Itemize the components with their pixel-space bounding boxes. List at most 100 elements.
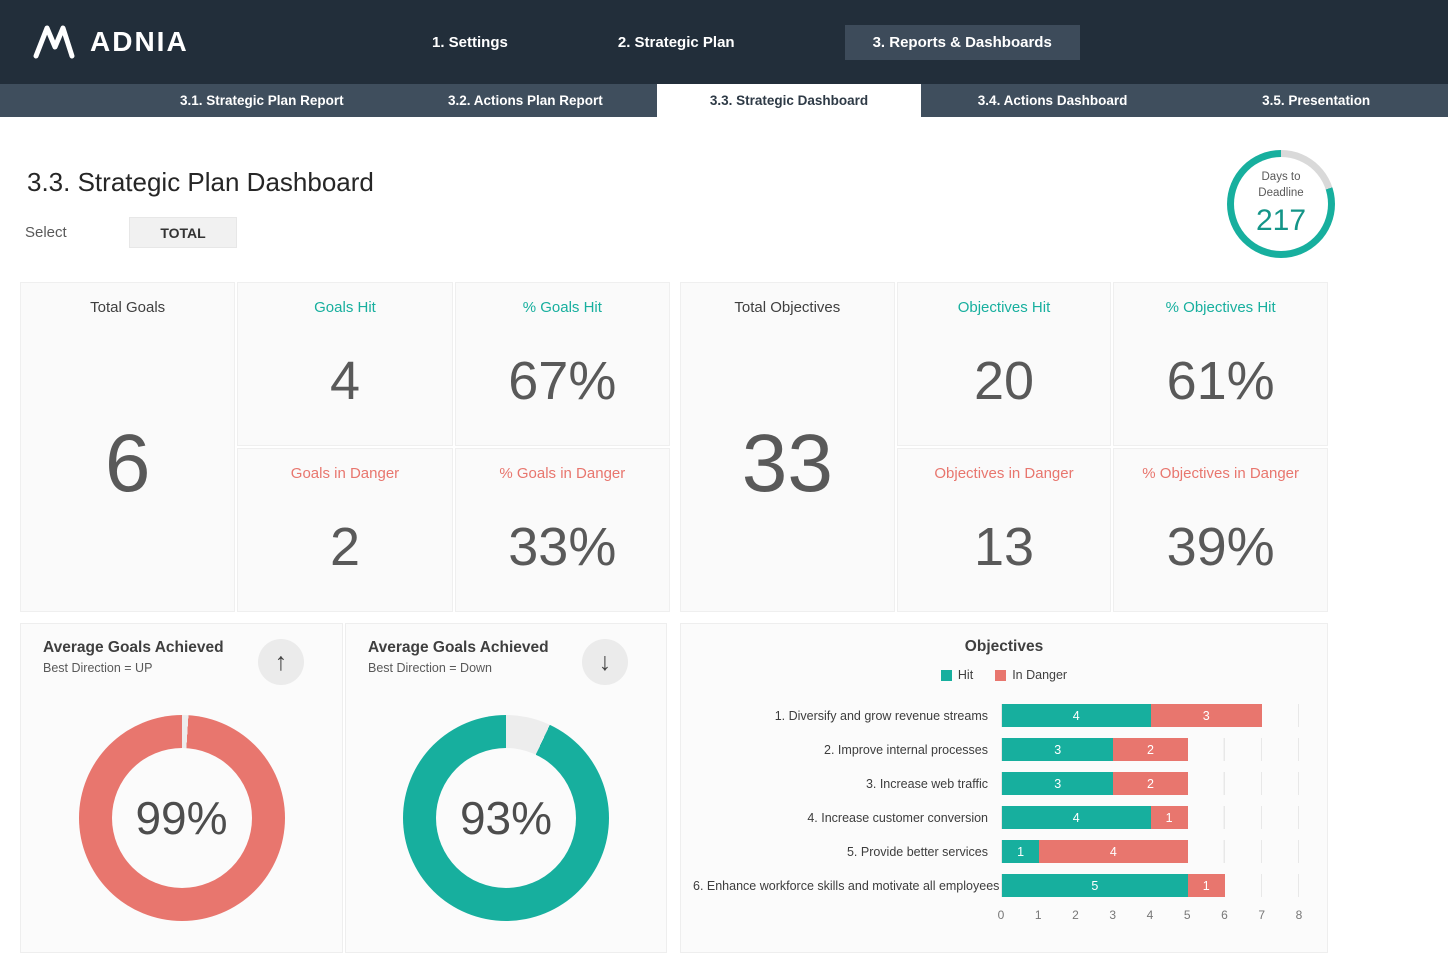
bar-row: 5. Provide better services14 xyxy=(693,840,1299,863)
select-row: Select TOTAL xyxy=(25,217,237,248)
nav-strategic-plan[interactable]: 2. Strategic Plan xyxy=(618,34,735,51)
bar-segment-hit: 1 xyxy=(1002,840,1039,863)
kpi-pct-objectives-hit: % Objectives Hit 61% xyxy=(1113,282,1328,446)
x-axis-tick: 8 xyxy=(1296,908,1303,922)
bar-segment-hit: 4 xyxy=(1002,806,1151,829)
bar-category-label: 1. Diversify and grow revenue streams xyxy=(693,709,1001,723)
kpi-objectives-hit-label: Objectives Hit xyxy=(958,299,1051,316)
kpi-total-goals-label: Total Goals xyxy=(90,299,165,316)
gauge-card-subtitle: Best Direction = Down xyxy=(368,661,549,675)
kpi-goals-in-danger: Goals in Danger 2 xyxy=(237,448,452,612)
gauge-card-subtitle: Best Direction = UP xyxy=(43,661,224,675)
tab-actions-dashboard[interactable]: 3.4. Actions Dashboard xyxy=(921,84,1185,117)
avg-goals-achieved-down-card: Average Goals Achieved Best Direction = … xyxy=(345,623,667,953)
kpi-pct-objectives-in-danger-label: % Objectives in Danger xyxy=(1142,465,1299,482)
bar-row: 3. Increase web traffic32 xyxy=(693,772,1299,795)
donut-hole: 99% xyxy=(112,748,252,888)
nav-settings[interactable]: 1. Settings xyxy=(432,34,508,51)
in-danger-legend-swatch xyxy=(995,670,1006,681)
chart-legend: Hit In Danger xyxy=(681,668,1327,682)
x-axis-tick: 7 xyxy=(1258,908,1265,922)
bar-track: 43 xyxy=(1001,704,1299,727)
bar-category-label: 2. Improve internal processes xyxy=(693,743,1001,757)
brand-logo[interactable]: ADNIA xyxy=(0,24,189,60)
top-nav: 1. Settings 2. Strategic Plan 3. Reports… xyxy=(432,0,1080,84)
kpi-pct-objectives-in-danger-value: 39% xyxy=(1167,516,1275,578)
kpi-total-objectives-value: 33 xyxy=(742,417,833,511)
up-arrow-icon: ↑ xyxy=(258,639,304,685)
tab-actions-plan-report[interactable]: 3.2. Actions Plan Report xyxy=(394,84,658,117)
brand-name: ADNIA xyxy=(90,26,189,58)
kpi-objectives-in-danger: Objectives in Danger 13 xyxy=(897,448,1112,612)
x-axis-tick: 6 xyxy=(1221,908,1228,922)
bar-track: 32 xyxy=(1001,738,1299,761)
chart-title: Objectives xyxy=(681,638,1327,656)
select-label: Select xyxy=(25,224,129,241)
deadline-label-line2: Deadline xyxy=(1258,186,1303,202)
x-axis-tick: 3 xyxy=(1109,908,1116,922)
tab-strategic-plan-report[interactable]: 3.1. Strategic Plan Report xyxy=(130,84,394,117)
bar-rows: 1. Diversify and grow revenue streams432… xyxy=(693,704,1299,897)
x-axis-tick: 5 xyxy=(1184,908,1191,922)
kpi-total-objectives: Total Objectives 33 xyxy=(680,282,895,612)
kpi-pct-goals-hit-value: 67% xyxy=(508,350,616,412)
gauge-card-title: Average Goals Achieved xyxy=(43,639,224,657)
bar-segment-in-danger: 4 xyxy=(1039,840,1188,863)
bar-category-label: 3. Increase web traffic xyxy=(693,777,1001,791)
days-to-deadline-inner: Days to Deadline 217 xyxy=(1234,157,1328,251)
bar-segment-hit: 3 xyxy=(1002,772,1113,795)
down-arrow-icon: ↓ xyxy=(582,639,628,685)
adnia-logo-icon xyxy=(30,24,76,60)
kpi-goals-hit-value: 4 xyxy=(330,350,360,412)
hit-legend-swatch xyxy=(941,670,952,681)
bar-track: 32 xyxy=(1001,772,1299,795)
bar-segment-hit: 3 xyxy=(1002,738,1113,761)
kpi-pct-objectives-in-danger: % Objectives in Danger 39% xyxy=(1113,448,1328,612)
tab-presentation[interactable]: 3.5. Presentation xyxy=(1184,84,1448,117)
nav-reports-dashboards[interactable]: 3. Reports & Dashboards xyxy=(845,25,1080,60)
gauge-card-title: Average Goals Achieved xyxy=(368,639,549,657)
days-to-deadline-gauge: Days to Deadline 217 xyxy=(1227,150,1335,258)
bar-row: 4. Increase customer conversion41 xyxy=(693,806,1299,829)
kpi-objectives-in-danger-label: Objectives in Danger xyxy=(934,465,1073,482)
tab-strategic-dashboard[interactable]: 3.3. Strategic Dashboard xyxy=(657,84,921,117)
x-axis-tick: 4 xyxy=(1147,908,1154,922)
bar-row: 2. Improve internal processes32 xyxy=(693,738,1299,761)
bar-category-label: 5. Provide better services xyxy=(693,845,1001,859)
kpi-total-goals-value: 6 xyxy=(105,417,151,511)
up-arrow-glyph: ↑ xyxy=(275,648,288,677)
bar-row: 1. Diversify and grow revenue streams43 xyxy=(693,704,1299,727)
kpi-total-objectives-label: Total Objectives xyxy=(734,299,840,316)
avg-goals-achieved-up-card: Average Goals Achieved Best Direction = … xyxy=(20,623,343,953)
bar-segment-in-danger: 1 xyxy=(1151,806,1188,829)
top-header: ADNIA 1. Settings 2. Strategic Plan 3. R… xyxy=(0,0,1448,84)
donut-percent: 93% xyxy=(460,791,552,845)
sub-nav: 3.1. Strategic Plan Report 3.2. Actions … xyxy=(0,84,1448,117)
strategic-dashboard-page: ADNIA 1. Settings 2. Strategic Plan 3. R… xyxy=(0,0,1448,959)
x-axis-tick: 1 xyxy=(1035,908,1042,922)
bar-segment-hit: 4 xyxy=(1002,704,1151,727)
hit-legend-label: Hit xyxy=(958,668,973,682)
kpi-goals-in-danger-value: 2 xyxy=(330,516,360,578)
kpi-pct-goals-in-danger-label: % Goals in Danger xyxy=(499,465,625,482)
donut-percent: 99% xyxy=(135,791,227,845)
bar-segment-in-danger: 2 xyxy=(1113,772,1187,795)
kpi-pct-goals-in-danger: % Goals in Danger 33% xyxy=(455,448,670,612)
legend-item-in-danger: In Danger xyxy=(995,668,1067,682)
kpi-total-goals: Total Goals 6 xyxy=(20,282,235,612)
bar-category-label: 4. Increase customer conversion xyxy=(693,811,1001,825)
kpi-pct-objectives-hit-value: 61% xyxy=(1167,350,1275,412)
kpi-objectives-hit: Objectives Hit 20 xyxy=(897,282,1112,446)
bar-segment-hit: 5 xyxy=(1002,874,1188,897)
bar-track: 41 xyxy=(1001,806,1299,829)
bar-row: 6. Enhance workforce skills and motivate… xyxy=(693,874,1299,897)
x-axis-tick: 2 xyxy=(1072,908,1079,922)
total-select-button[interactable]: TOTAL xyxy=(129,217,237,248)
kpi-pct-goals-in-danger-value: 33% xyxy=(508,516,616,578)
x-axis: 012345678 xyxy=(1001,908,1299,924)
card-head-text: Average Goals Achieved Best Direction = … xyxy=(368,639,549,675)
card-head: Average Goals Achieved Best Direction = … xyxy=(21,624,342,685)
card-head: Average Goals Achieved Best Direction = … xyxy=(346,624,666,685)
kpi-goals-in-danger-label: Goals in Danger xyxy=(291,465,399,482)
kpi-pct-goals-hit-label: % Goals Hit xyxy=(523,299,602,316)
